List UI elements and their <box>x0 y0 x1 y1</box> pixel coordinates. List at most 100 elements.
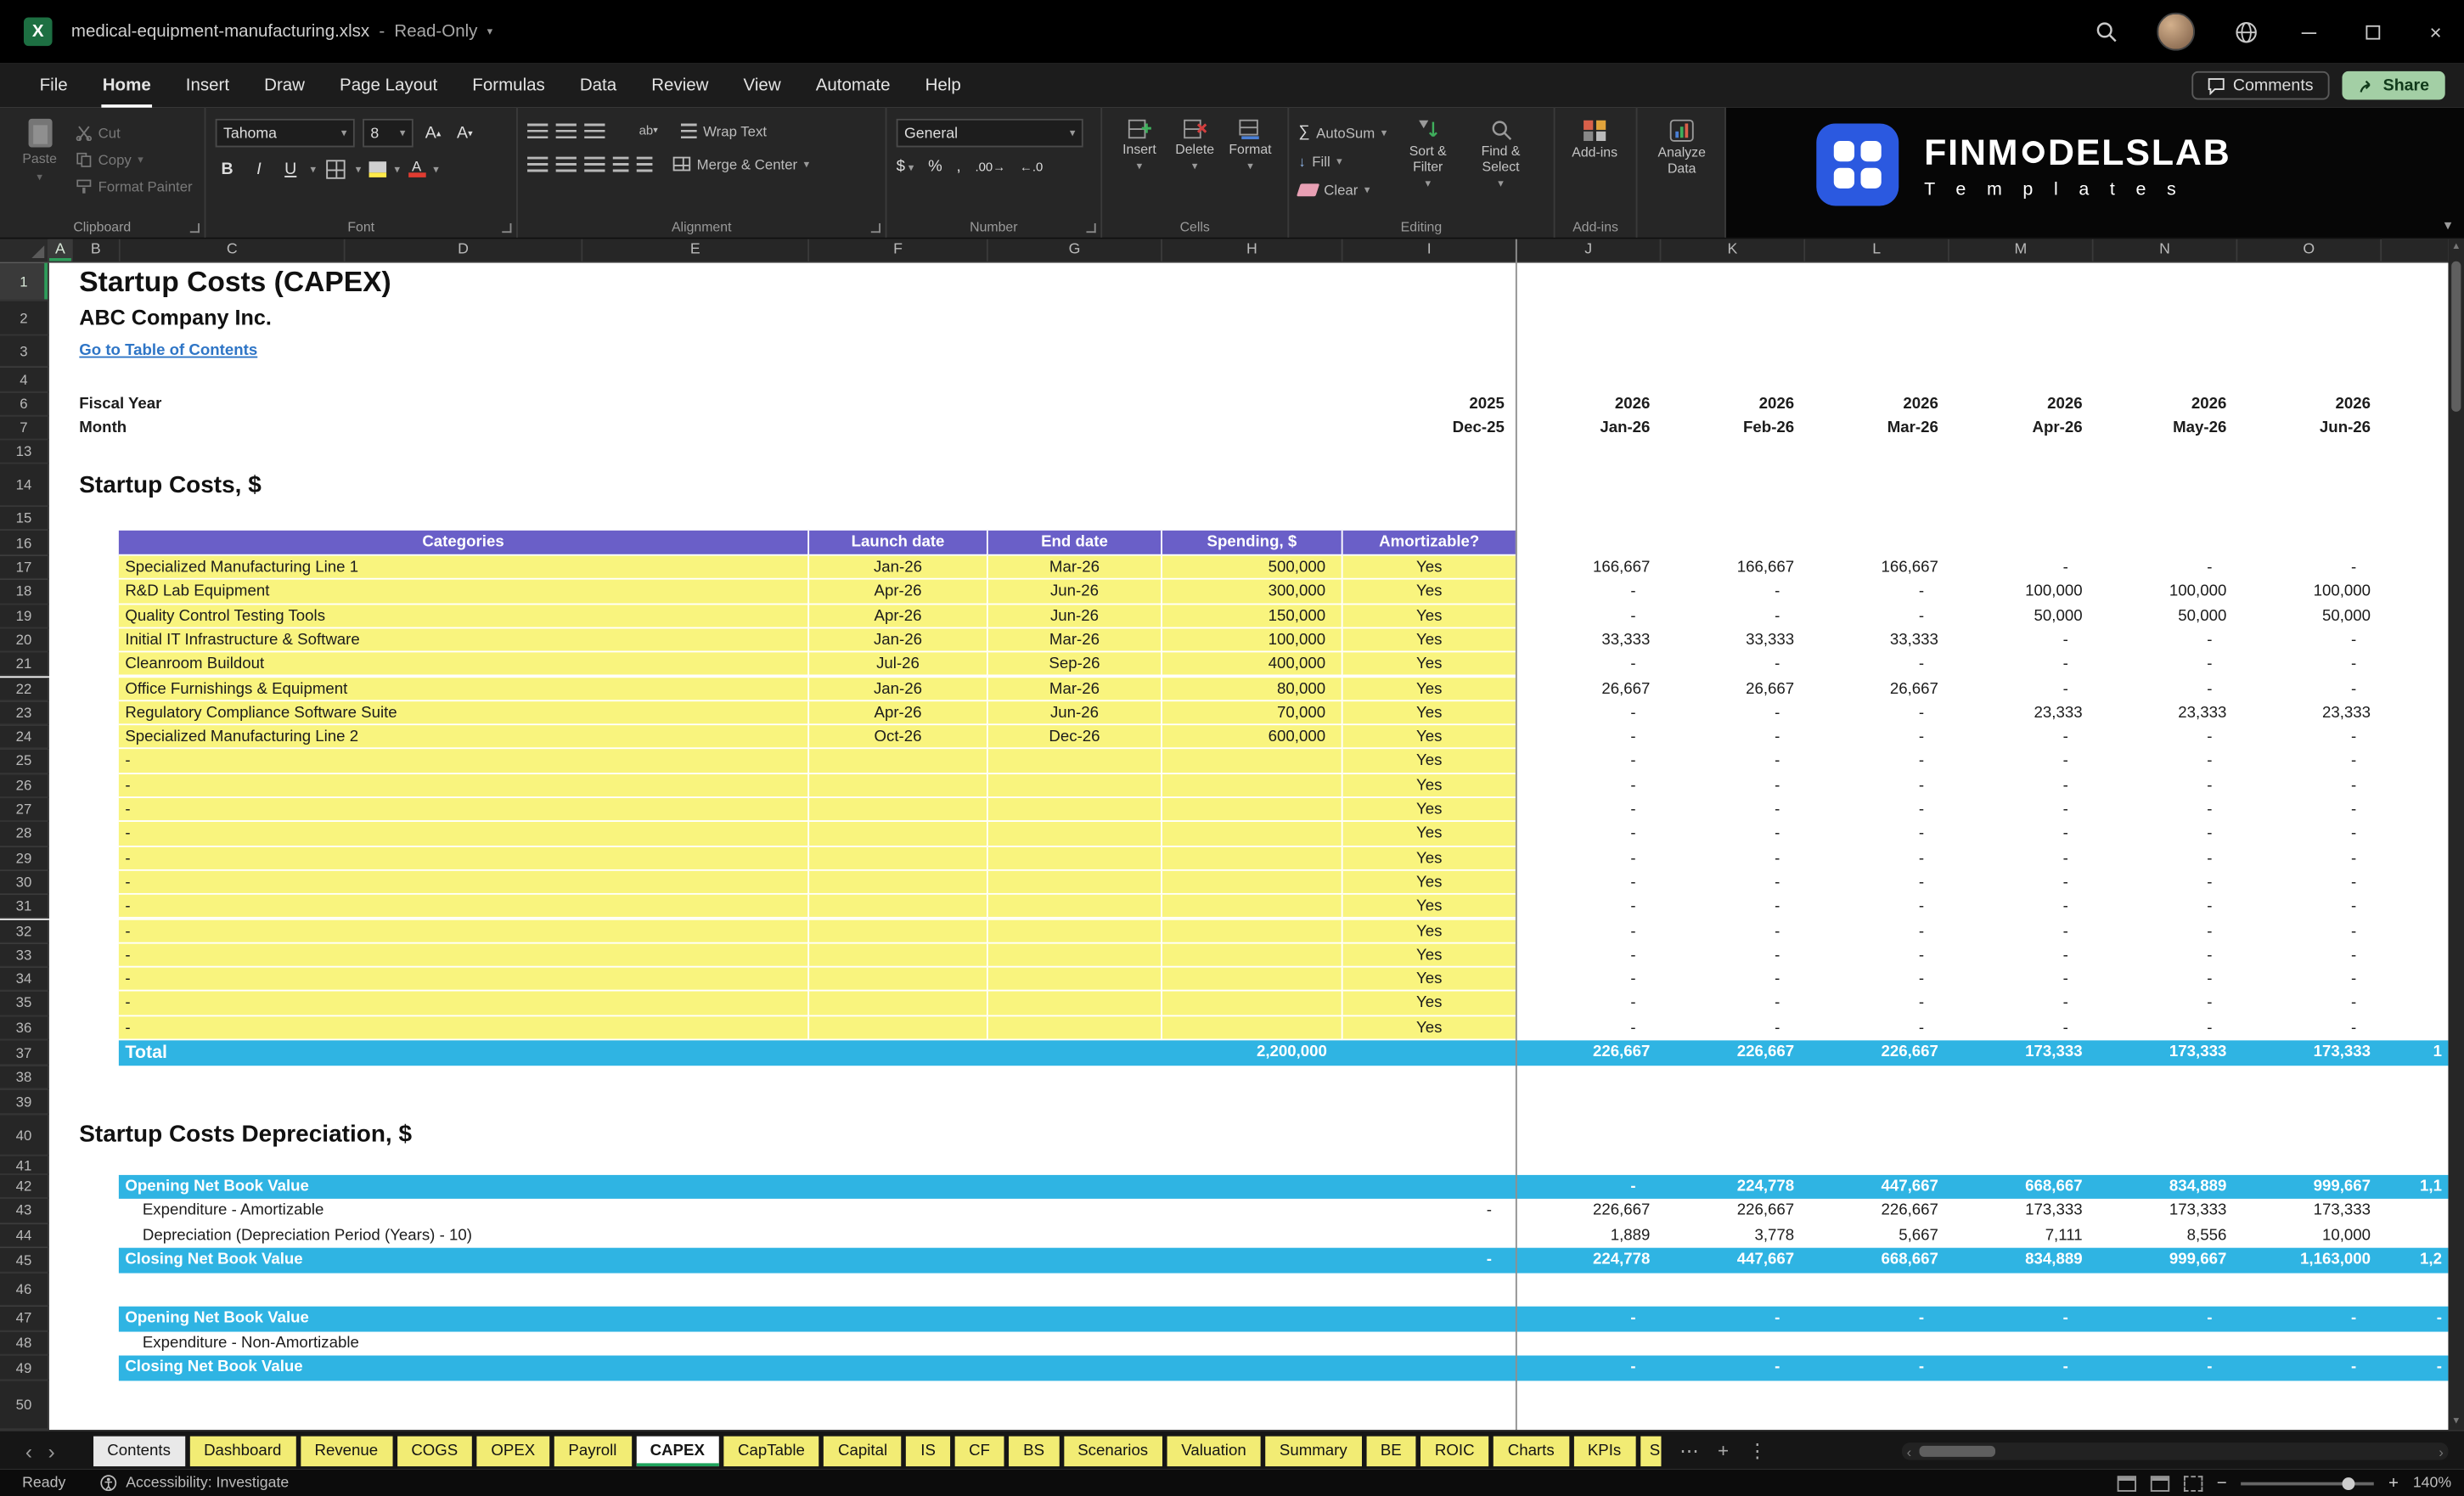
sheet-tab-cogs[interactable]: COGS <box>397 1435 473 1466</box>
month-value[interactable]: - <box>2237 725 2356 750</box>
merge-center-button[interactable]: Merge & Center ▾ <box>672 152 809 176</box>
dep-month-value[interactable]: 668,667 <box>1949 1175 2082 1200</box>
row-header-39[interactable]: 39 <box>0 1089 49 1116</box>
month-value[interactable]: - <box>1661 605 1780 629</box>
month-value[interactable]: - <box>1517 895 1635 920</box>
maximize-icon[interactable] <box>2360 19 2385 44</box>
month-value[interactable]: - <box>1517 943 1635 968</box>
align-bottom-icon[interactable] <box>584 122 605 139</box>
font-color-button[interactable]: A <box>408 157 425 181</box>
column-header-I[interactable]: I <box>1342 239 1517 262</box>
month-value[interactable]: - <box>2237 992 2356 1016</box>
item-name[interactable]: - <box>118 967 810 993</box>
month-value[interactable]: - <box>1805 701 1924 726</box>
column-header-M[interactable]: M <box>1949 239 2094 262</box>
item-launch-date[interactable] <box>809 870 988 896</box>
vertical-scrollbar-thumb[interactable] <box>2451 261 2461 412</box>
row-header-34[interactable]: 34 <box>0 967 49 993</box>
month-value[interactable]: - <box>2237 677 2356 701</box>
item-spending[interactable] <box>1162 1015 1343 1041</box>
collapse-ribbon-icon[interactable]: ▾ <box>2444 217 2451 235</box>
dep-row-label[interactable]: Depreciation (Depreciation Period (Years… <box>143 1223 824 1248</box>
alignment-dialog-launcher[interactable] <box>870 222 880 233</box>
month-value[interactable]: - <box>2237 773 2356 798</box>
item-end-date[interactable] <box>987 773 1162 798</box>
item-end-date[interactable] <box>987 798 1162 823</box>
item-amortizable[interactable]: Yes <box>1342 677 1517 701</box>
align-center-icon[interactable] <box>555 155 577 172</box>
item-spending[interactable] <box>1162 967 1343 993</box>
item-end-date[interactable]: Jun-26 <box>987 700 1162 726</box>
month-value[interactable]: - <box>2094 677 2212 701</box>
item-spending[interactable] <box>1162 773 1343 798</box>
item-launch-date[interactable] <box>809 992 988 1016</box>
item-name[interactable]: - <box>118 992 810 1016</box>
month-value[interactable]: - <box>2094 943 2212 968</box>
bold-button[interactable]: B <box>216 157 239 181</box>
menu-insert[interactable]: Insert <box>168 64 246 108</box>
month-value[interactable]: - <box>1805 895 1924 920</box>
item-end-date[interactable] <box>987 822 1162 847</box>
dep-row-label[interactable]: Opening Net Book Value <box>125 1175 632 1200</box>
row-header-50[interactable]: 50 <box>0 1381 49 1431</box>
comments-button[interactable]: Comments <box>2191 70 2330 100</box>
sheet-tab-bs[interactable]: BS <box>1009 1435 1059 1466</box>
avatar[interactable] <box>2157 12 2196 51</box>
month-value[interactable]: - <box>1661 895 1780 920</box>
item-launch-date[interactable] <box>809 919 988 944</box>
sheet-title[interactable]: Startup Costs (CAPEX) <box>79 263 903 301</box>
month-value[interactable]: - <box>1805 871 1924 896</box>
month-value[interactable]: 33,333 <box>1517 628 1650 653</box>
dep-month-value[interactable]: 834,889 <box>1949 1248 2082 1274</box>
sheet-tab-opex[interactable]: OPEX <box>476 1435 550 1466</box>
align-top-icon[interactable] <box>527 122 548 139</box>
item-amortizable[interactable]: Yes <box>1342 652 1517 678</box>
month-value[interactable]: - <box>1517 725 1635 750</box>
dep-month-value[interactable]: - <box>1517 1356 1635 1381</box>
month-value[interactable]: - <box>1517 773 1635 798</box>
item-name[interactable]: Office Furnishings & Equipment <box>118 677 810 701</box>
select-all-corner[interactable] <box>0 239 49 262</box>
dep-month-value[interactable]: 226,667 <box>1805 1200 1938 1224</box>
month-value[interactable]: - <box>1661 653 1780 678</box>
month-value[interactable]: 100,000 <box>2237 580 2371 605</box>
row-header-23[interactable]: 23 <box>0 700 49 726</box>
item-spending[interactable]: 150,000 <box>1162 604 1343 629</box>
number-dialog-launcher[interactable] <box>1086 222 1096 233</box>
row-header-41[interactable]: 41 <box>0 1156 49 1175</box>
item-name[interactable]: Specialized Manufacturing Line 1 <box>118 555 810 581</box>
item-spending[interactable] <box>1162 943 1343 968</box>
month-value[interactable]: - <box>1517 605 1635 629</box>
month-value[interactable]: - <box>2237 653 2356 678</box>
dep-month-value[interactable]: 447,667 <box>1805 1175 1938 1200</box>
month-value[interactable]: - <box>2237 1016 2356 1041</box>
row-header-44[interactable]: 44 <box>0 1223 49 1249</box>
dep-row-label[interactable]: Closing Net Book Value <box>125 1356 632 1381</box>
item-amortizable[interactable]: Yes <box>1342 822 1517 847</box>
menu-page-layout[interactable]: Page Layout <box>323 64 455 108</box>
item-spending[interactable]: 70,000 <box>1162 700 1343 726</box>
row-header-7[interactable]: 7 <box>0 416 49 441</box>
fill-button[interactable]: ↓ Fill ▾ <box>1298 149 1387 172</box>
item-launch-date[interactable]: Jan-26 <box>809 677 988 701</box>
sort-filter-button[interactable]: Sort & Filter ▾ <box>1396 114 1460 215</box>
month-value[interactable]: 23,333 <box>1949 701 2083 726</box>
column-header-C[interactable]: C <box>120 239 346 262</box>
row-header-24[interactable]: 24 <box>0 725 49 750</box>
month-value[interactable]: 33,333 <box>1805 628 1938 653</box>
normal-view-icon[interactable] <box>2117 1475 2136 1491</box>
month-value[interactable]: - <box>1949 798 2068 823</box>
month-value[interactable]: 23,333 <box>2094 701 2226 726</box>
item-amortizable[interactable]: Yes <box>1342 1015 1517 1041</box>
month-value[interactable]: - <box>2094 773 2212 798</box>
month-value[interactable]: - <box>1805 725 1924 750</box>
row-header-45[interactable]: 45 <box>0 1248 49 1274</box>
row-header-27[interactable]: 27 <box>0 798 49 823</box>
menu-draw[interactable]: Draw <box>247 64 323 108</box>
frozen-period-value[interactable]: 2025 <box>1343 393 1504 417</box>
month-value[interactable]: - <box>2094 750 2212 774</box>
period-value[interactable]: Feb-26 <box>1661 417 1794 441</box>
item-amortizable[interactable]: Yes <box>1342 943 1517 968</box>
globe-icon[interactable] <box>2233 19 2259 44</box>
horizontal-scrollbar[interactable]: ‹ › <box>1901 1443 2449 1460</box>
